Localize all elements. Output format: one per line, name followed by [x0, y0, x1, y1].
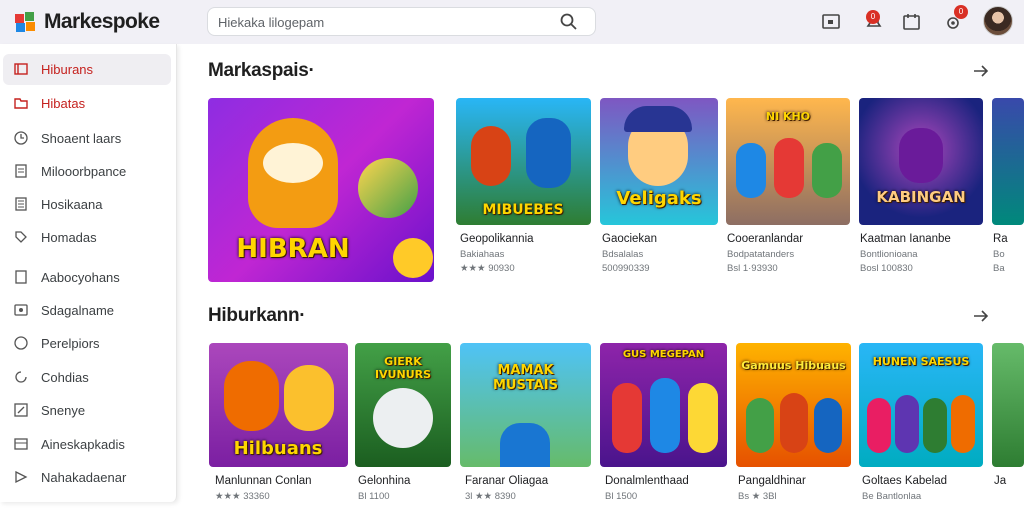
sidebar-item-aabocyohans[interactable]: Aabocyohans	[3, 262, 171, 293]
game-title[interactable]: Gelonhina	[358, 475, 410, 487]
edit-icon	[14, 403, 28, 417]
page-icon	[15, 270, 27, 284]
sidebar-item-label: Aabocyohans	[41, 270, 120, 285]
sidebar-item-label: Hiburans	[41, 62, 94, 77]
sidebar-item-hosikaana[interactable]: Hosikaana	[3, 189, 171, 220]
sidebar-item-milooor[interactable]: Milooorbpance	[3, 156, 171, 187]
game-tile[interactable]: MAMAK MUSTAIS	[460, 343, 591, 467]
notification-badge: 0	[866, 10, 880, 24]
circle-icon	[14, 336, 28, 350]
game-title[interactable]: Cooeranlandar	[727, 233, 803, 245]
sidebar-item-nahakadaenar[interactable]: Nahakadaenar	[3, 462, 171, 493]
sidebar-item-snenye[interactable]: Snenye	[3, 395, 171, 426]
game-title[interactable]: Manlunnan Conlan	[215, 475, 312, 487]
top-bar: Markespoke Hiekaka lilogepam 0 0	[0, 0, 1024, 44]
search-bar[interactable]: Hiekaka lilogepam	[207, 7, 596, 36]
send-icon	[15, 470, 28, 484]
game-tile[interactable]: GIERK IVUNURS	[355, 343, 451, 467]
sidebar-item-label: Milooorbpance	[41, 164, 127, 179]
stacked-cubes-icon[interactable]	[12, 9, 38, 35]
library-icon[interactable]	[820, 10, 844, 34]
section-title-markaspais: Markaspais·	[208, 60, 315, 81]
sidebar-item-label: Nahakadaenar	[41, 470, 127, 485]
settings-badge: 0	[954, 5, 968, 19]
game-tile[interactable]: Veligaks	[600, 98, 718, 225]
image-icon	[14, 304, 28, 316]
box-icon	[14, 438, 28, 450]
game-title[interactable]: Ja	[994, 475, 1006, 487]
sidebar-item-homadas[interactable]: Homadas	[3, 222, 171, 253]
sidebar-item-label: Cohdias	[41, 370, 89, 385]
game-title[interactable]: Geopolikannia	[460, 233, 534, 245]
game-tile[interactable]: MIBUEBES	[456, 98, 591, 225]
game-tile[interactable]: HUNEN SAESUS	[859, 343, 983, 467]
sidebar-item-label: Hibatas	[41, 96, 86, 111]
avatar[interactable]	[983, 6, 1013, 36]
section-title-hiburkann: Hiburkann·	[208, 305, 306, 326]
game-tile[interactable]	[992, 343, 1024, 467]
game-title[interactable]: Ra	[993, 233, 1008, 245]
game-tile[interactable]: KABINGAN	[859, 98, 983, 225]
game-tile[interactable]: NI KHO	[726, 98, 850, 225]
search-input[interactable]: Hiekaka lilogepam	[218, 15, 324, 30]
clock-icon	[14, 131, 28, 145]
sidebar-item-label: Snenye	[41, 403, 86, 418]
home-icon	[14, 63, 28, 75]
game-tile[interactable]: Gamuus Hibuaus	[736, 343, 851, 467]
sidebar-item-label: Shoaent laars	[41, 131, 122, 146]
sidebar-item-label: Perelpiors	[41, 336, 100, 351]
game-tile[interactable]: GUS MEGEPAN	[600, 343, 727, 467]
game-title[interactable]: Faranar Oliagaa	[465, 475, 548, 487]
sidebar: Hiburans Hibatas Shoaent laars Milooorbp…	[0, 44, 177, 502]
calendar-icon[interactable]	[900, 10, 924, 34]
sidebar-item-aineskap[interactable]: Aineskapkadis	[3, 429, 171, 460]
folder-icon	[14, 98, 28, 109]
sidebar-item-label: Sdagalname	[41, 303, 114, 318]
game-title[interactable]: Donalmlenthaad	[605, 475, 689, 487]
sidebar-item-label: Aineskapkadis	[41, 437, 125, 452]
sidebar-item-shoaent[interactable]: Shoaent laars	[3, 123, 171, 154]
game-title[interactable]: Goltaes Kabelad	[862, 475, 947, 487]
sidebar-item-cohdias[interactable]: Cohdias	[3, 362, 171, 393]
arrow-right-icon[interactable]	[972, 307, 990, 325]
sidebar-item-perelpiors[interactable]: Perelpiors	[3, 328, 171, 359]
search-icon[interactable]	[559, 12, 579, 32]
featured-game-tile[interactable]: HIBRAN	[208, 98, 434, 282]
sidebar-item-label: Homadas	[41, 230, 97, 245]
sidebar-item-hiburans[interactable]: Hiburans	[3, 54, 171, 85]
arrow-right-icon[interactable]	[972, 62, 990, 80]
game-title[interactable]: Gaociekan	[602, 233, 657, 245]
game-title[interactable]: Kaatman Iananbe	[860, 233, 951, 245]
featured-caption: HIBRAN	[236, 234, 350, 264]
game-tile[interactable]	[992, 98, 1024, 225]
list-icon	[15, 197, 27, 211]
document-icon	[15, 164, 27, 178]
tag-icon	[15, 231, 27, 243]
game-tile[interactable]: Hilbuans	[209, 343, 348, 467]
sidebar-item-hibatas[interactable]: Hibatas	[3, 88, 171, 119]
sidebar-item-sdagalname[interactable]: Sdagalname	[3, 295, 171, 326]
refresh-icon	[15, 371, 27, 383]
game-title[interactable]: Pangaldhinar	[738, 475, 806, 487]
app-title[interactable]: Markespoke	[44, 10, 160, 34]
sidebar-item-label: Hosikaana	[41, 197, 103, 212]
